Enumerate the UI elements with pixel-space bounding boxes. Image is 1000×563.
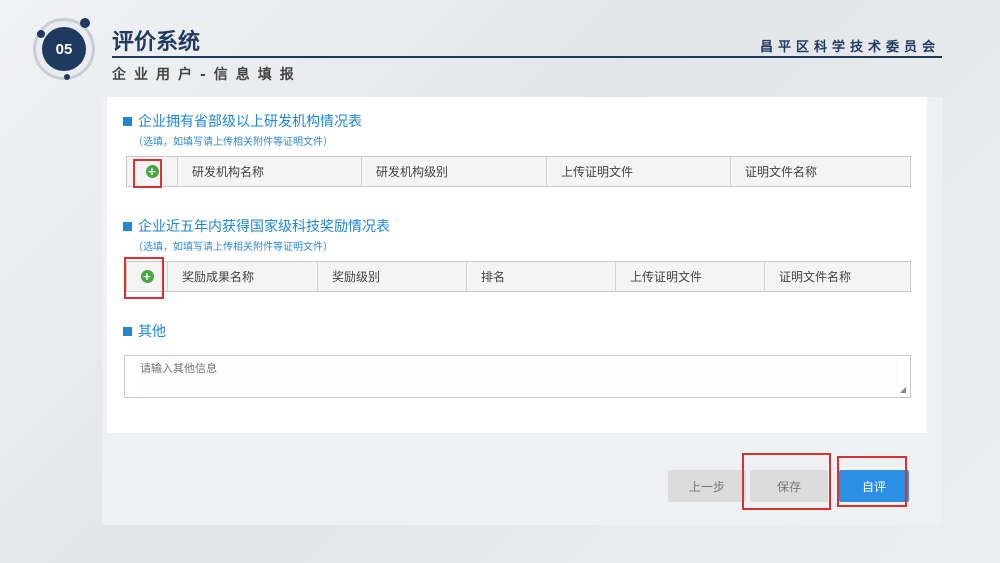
section-title-text: 企业近五年内获得国家级科技奖励情况表 <box>138 219 390 235</box>
previous-step-button[interactable]: 上一步 <box>668 470 746 502</box>
resize-grip-icon[interactable]: ◢ <box>900 385 906 394</box>
decor-dot <box>80 18 90 28</box>
award-col-rank: 排名 <box>466 262 615 291</box>
page-title: 评价系统 <box>112 30 201 55</box>
rd-col-name: 研发机构名称 <box>177 157 361 186</box>
decor-dot <box>64 74 70 80</box>
decor-dot <box>37 30 45 38</box>
award-col-filename: 证明文件名称 <box>764 262 910 291</box>
section-title-text: 企业拥有省部级以上研发机构情况表 <box>138 114 362 130</box>
section-note-award: （选填，如填写请上传相关附件等证明文件） <box>133 242 333 253</box>
section-marker <box>123 116 132 126</box>
page-subtitle: 企业用户-信息填报 <box>112 67 302 83</box>
highlight-box <box>124 257 164 299</box>
rd-table-header: + 研发机构名称 研发机构级别 上传证明文件 证明文件名称 <box>126 156 911 187</box>
other-info-textarea[interactable] <box>138 356 898 396</box>
section-marker <box>123 326 132 336</box>
form-card: 企业拥有省部级以上研发机构情况表 （选填，如填写请上传相关附件等证明文件） + … <box>107 97 927 433</box>
header-divider <box>112 56 942 58</box>
badge-number: 05 <box>42 27 86 71</box>
award-col-upload: 上传证明文件 <box>615 262 764 291</box>
section-title-text: 其他 <box>138 324 166 340</box>
section-note-rd: （选填，如填写请上传相关附件等证明文件） <box>133 137 333 148</box>
section-title-award: 企业近五年内获得国家级科技奖励情况表 <box>123 216 390 236</box>
highlight-box <box>133 159 162 188</box>
organization-name: 昌平区科学技术委员会 <box>759 40 940 55</box>
rd-col-upload: 上传证明文件 <box>546 157 730 186</box>
award-col-name: 奖励成果名称 <box>167 262 317 291</box>
highlight-box <box>742 453 831 510</box>
section-title-other: 其他 <box>123 321 166 341</box>
section-title-rd: 企业拥有省部级以上研发机构情况表 <box>123 111 362 131</box>
rd-col-level: 研发机构级别 <box>361 157 546 186</box>
award-table-header: + 奖励成果名称 奖励级别 排名 上传证明文件 证明文件名称 <box>126 261 911 292</box>
other-info-wrapper: ◢ <box>124 355 911 398</box>
award-col-level: 奖励级别 <box>317 262 466 291</box>
section-marker <box>123 221 132 231</box>
highlight-box <box>837 456 907 507</box>
rd-col-filename: 证明文件名称 <box>730 157 910 186</box>
form-panel: 企业拥有省部级以上研发机构情况表 （选填，如填写请上传相关附件等证明文件） + … <box>102 97 942 525</box>
